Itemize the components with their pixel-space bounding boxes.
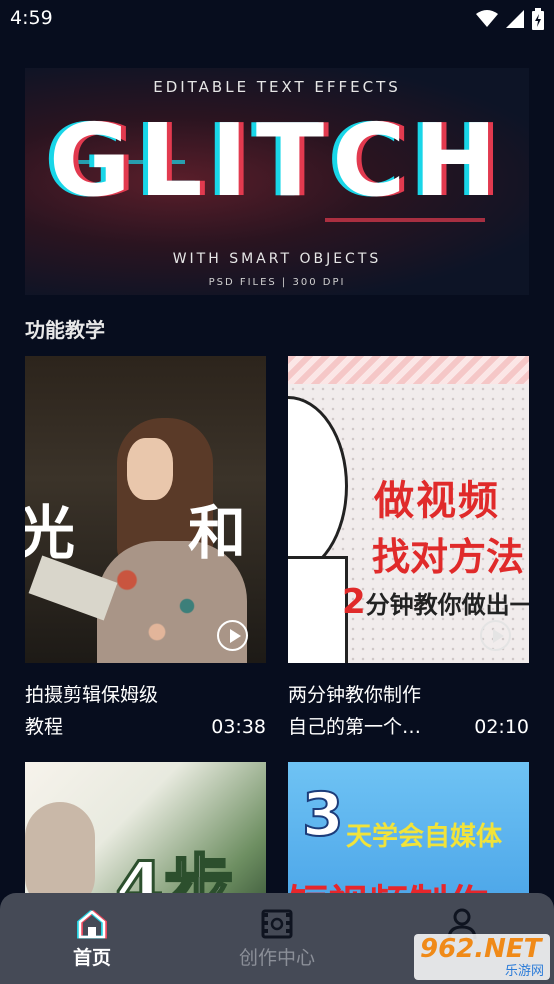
banner-title: GLITCH (48, 102, 506, 219)
nav-create[interactable]: 创作中心 (217, 907, 337, 970)
video-card[interactable]: 3 天学会自媒体 短视频制作 (288, 762, 529, 912)
thumb-figure (288, 556, 348, 663)
video-duration: 02:10 (474, 716, 529, 738)
banner-subtitle: WITH SMART OBJECTS (172, 251, 382, 267)
video-title: 两分钟教你制作 (288, 684, 422, 706)
video-thumbnail[interactable]: 4步 (25, 762, 266, 912)
banner-top-text: EDITABLE TEXT EFFECTS (153, 78, 401, 96)
play-icon[interactable] (480, 620, 511, 651)
nav-create-label: 创作中心 (238, 947, 315, 969)
thumb-text: 天学会自媒体 (346, 822, 503, 852)
status-time: 4:59 (10, 7, 53, 29)
thumb-text: 找对方法 (372, 535, 525, 579)
thumb-decoration (288, 356, 529, 384)
thumb-overlay-text: 和 (187, 499, 246, 567)
video-thumbnail[interactable]: 做视频 找对方法 2分钟教你做出一 (288, 356, 529, 663)
status-bar: 4:59 (0, 0, 554, 38)
play-icon[interactable] (217, 620, 248, 651)
film-icon (261, 909, 293, 939)
wifi-icon (476, 10, 498, 27)
nav-home[interactable]: 首页 (32, 907, 152, 970)
watermark-logo: 962.NET 乐游网 (414, 934, 550, 980)
video-thumbnail[interactable]: 光 和 (25, 356, 266, 663)
watermark-subtext: 乐游网 (504, 964, 544, 979)
video-card[interactable]: 做视频 找对方法 2分钟教你做出一 两分钟教你制作 自己的第一个… 02:10 (288, 356, 529, 746)
thumb-text: 做视频 (374, 478, 500, 524)
thumb-figure (127, 438, 173, 500)
banner[interactable]: EDITABLE TEXT EFFECTS GLITCH WITH SMART … (25, 68, 529, 295)
status-icons (476, 8, 544, 30)
thumb-overlay-text: 光 (25, 499, 76, 567)
signal-icon (506, 10, 524, 28)
thumb-text: 2分钟教你做出一 (342, 582, 529, 622)
battery-icon (532, 8, 544, 30)
home-icon (77, 910, 107, 939)
thumb-number: 3 (301, 779, 345, 851)
video-title: 拍摄剪辑保姆级 (25, 684, 159, 706)
banner-footer: PSD FILES | 300 DPI (208, 277, 346, 288)
video-card[interactable]: 4步 (25, 762, 266, 912)
nav-home-label: 首页 (72, 947, 111, 969)
section-title: 功能教学 (25, 318, 105, 342)
video-duration: 03:38 (211, 716, 266, 738)
video-title-line2: 自己的第一个… (288, 716, 422, 738)
thumb-number: 2 (342, 582, 366, 622)
video-card[interactable]: 光 和 拍摄剪辑保姆级 教程 03:38 (25, 356, 266, 746)
video-title-line2: 教程 (25, 716, 64, 738)
thumb-text: 分钟教你做出一 (365, 591, 529, 619)
video-thumbnail[interactable]: 3 天学会自媒体 短视频制作 (288, 762, 529, 912)
